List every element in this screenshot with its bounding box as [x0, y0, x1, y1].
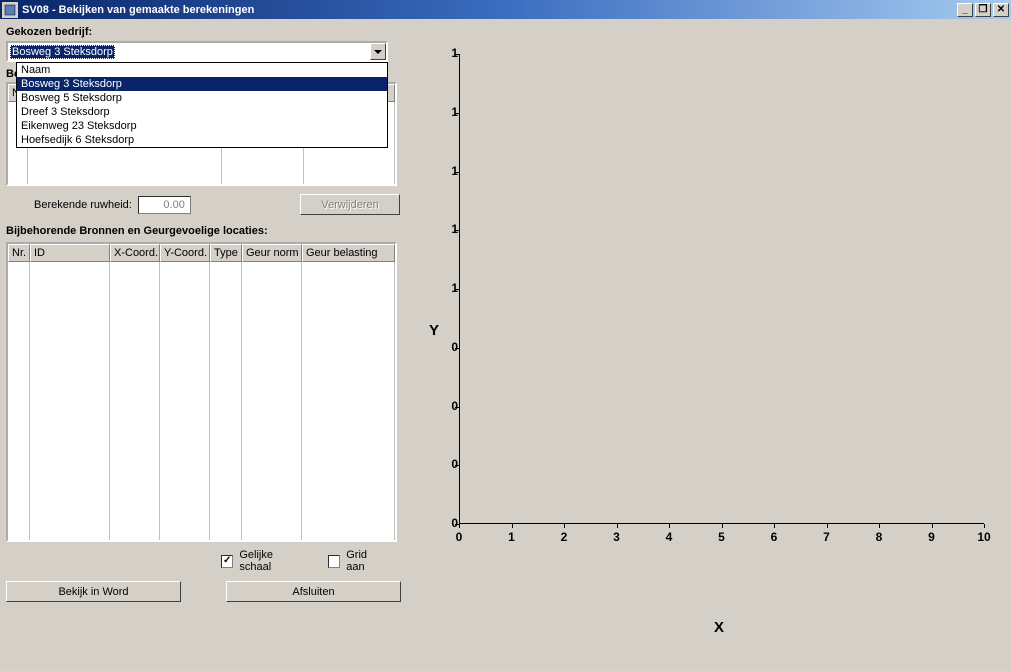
x-tick-label: 7 — [817, 530, 837, 544]
y-tick-label: 0 — [428, 399, 458, 413]
close-button[interactable]: ✕ — [993, 3, 1009, 17]
x-tick-label: 5 — [712, 530, 732, 544]
sources-th[interactable]: Geur norm — [242, 244, 302, 262]
left-panel: Gekozen bedrijf: Bosweg 3 Steksdorp Naam… — [6, 24, 404, 666]
x-tick-label: 3 — [607, 530, 627, 544]
sources-table[interactable]: Nr. ID X-Coord. Y-Coord. Type Geur norm … — [6, 242, 397, 542]
x-tick — [827, 524, 828, 528]
restore-button[interactable]: ❐ — [975, 3, 991, 17]
x-tick-label: 2 — [554, 530, 574, 544]
x-tick-label: 0 — [449, 530, 469, 544]
sources-label: Bijbehorende Bronnen en Geurgevoelige lo… — [6, 225, 404, 237]
sources-th[interactable]: X-Coord. — [110, 244, 160, 262]
equal-scale-label: Gelijke schaal — [239, 549, 304, 573]
y-tick-label: 0 — [428, 516, 458, 530]
x-tick-label: 1 — [502, 530, 522, 544]
titlebar: SV08 - Bekijken van gemaakte berekeninge… — [0, 0, 1011, 19]
equal-scale-checkbox[interactable] — [221, 555, 233, 568]
app-icon — [2, 2, 18, 18]
grid-on-checkbox[interactable] — [328, 555, 340, 568]
y-tick-label: 1 — [428, 281, 458, 295]
y-axis-title: Y — [429, 322, 439, 339]
y-tick-label: 1 — [428, 105, 458, 119]
x-tick — [512, 524, 513, 528]
x-tick — [459, 524, 460, 528]
plot-area — [459, 54, 984, 524]
minimize-button[interactable]: _ — [957, 3, 973, 17]
sources-th[interactable]: ID — [30, 244, 110, 262]
y-tick-label: 1 — [428, 164, 458, 178]
x-axis-title: X — [714, 619, 724, 636]
x-tick-label: 9 — [922, 530, 942, 544]
remove-button[interactable]: Verwijderen — [300, 194, 400, 215]
chevron-down-icon[interactable] — [370, 43, 386, 60]
x-tick-label: 10 — [974, 530, 994, 544]
sources-th[interactable]: Y-Coord. — [160, 244, 210, 262]
y-tick-label: 1 — [428, 46, 458, 60]
chosen-company-label: Gekozen bedrijf: — [6, 26, 404, 38]
dropdown-item[interactable]: Hoefsedijk 6 Steksdorp — [17, 133, 387, 147]
company-dropdown: Naam Bosweg 3 Steksdorp Bosweg 5 Steksdo… — [16, 62, 388, 148]
xy-chart: Y X 012345678910000011111 — [414, 24, 994, 644]
x-tick — [984, 524, 985, 528]
company-selected-value: Bosweg 3 Steksdorp — [10, 45, 115, 59]
window-title: SV08 - Bekijken van gemaakte berekeninge… — [22, 4, 955, 16]
y-tick-label: 0 — [428, 340, 458, 354]
sources-th[interactable]: Type — [210, 244, 242, 262]
y-axis-line — [459, 54, 460, 524]
sources-th[interactable]: Geur belasting — [302, 244, 395, 262]
x-tick — [669, 524, 670, 528]
x-tick-label: 6 — [764, 530, 784, 544]
x-tick-label: 8 — [869, 530, 889, 544]
chart-panel: Y X 012345678910000011111 — [404, 24, 1005, 666]
roughness-label: Berekende ruwheid: — [34, 199, 132, 211]
company-combobox-field[interactable]: Bosweg 3 Steksdorp — [6, 41, 388, 62]
dropdown-item[interactable]: Eikenweg 23 Steksdorp — [17, 119, 387, 133]
x-tick — [774, 524, 775, 528]
dropdown-item[interactable]: Dreef 3 Steksdorp — [17, 105, 387, 119]
x-tick — [879, 524, 880, 528]
dropdown-header: Naam — [17, 63, 387, 77]
checkbox-row: Gelijke schaal Grid aan — [221, 549, 404, 573]
roughness-input[interactable] — [138, 196, 191, 214]
roughness-row: Berekende ruwheid: Verwijderen — [6, 194, 404, 215]
x-tick — [617, 524, 618, 528]
y-tick-label: 0 — [428, 457, 458, 471]
dropdown-item[interactable]: Bosweg 3 Steksdorp — [17, 77, 387, 91]
x-tick — [564, 524, 565, 528]
grid-on-label: Grid aan — [346, 549, 386, 573]
company-combobox[interactable]: Bosweg 3 Steksdorp Naam Bosweg 3 Steksdo… — [6, 41, 388, 62]
y-tick-label: 1 — [428, 222, 458, 236]
bottom-buttons: Bekijk in Word Afsluiten — [6, 581, 404, 602]
dropdown-item[interactable]: Bosweg 5 Steksdorp — [17, 91, 387, 105]
view-in-word-button[interactable]: Bekijk in Word — [6, 581, 181, 602]
window-content: Gekozen bedrijf: Bosweg 3 Steksdorp Naam… — [0, 19, 1011, 671]
x-tick — [932, 524, 933, 528]
x-tick — [722, 524, 723, 528]
x-tick-label: 4 — [659, 530, 679, 544]
sources-th[interactable]: Nr. — [8, 244, 30, 262]
close-dialog-button[interactable]: Afsluiten — [226, 581, 401, 602]
